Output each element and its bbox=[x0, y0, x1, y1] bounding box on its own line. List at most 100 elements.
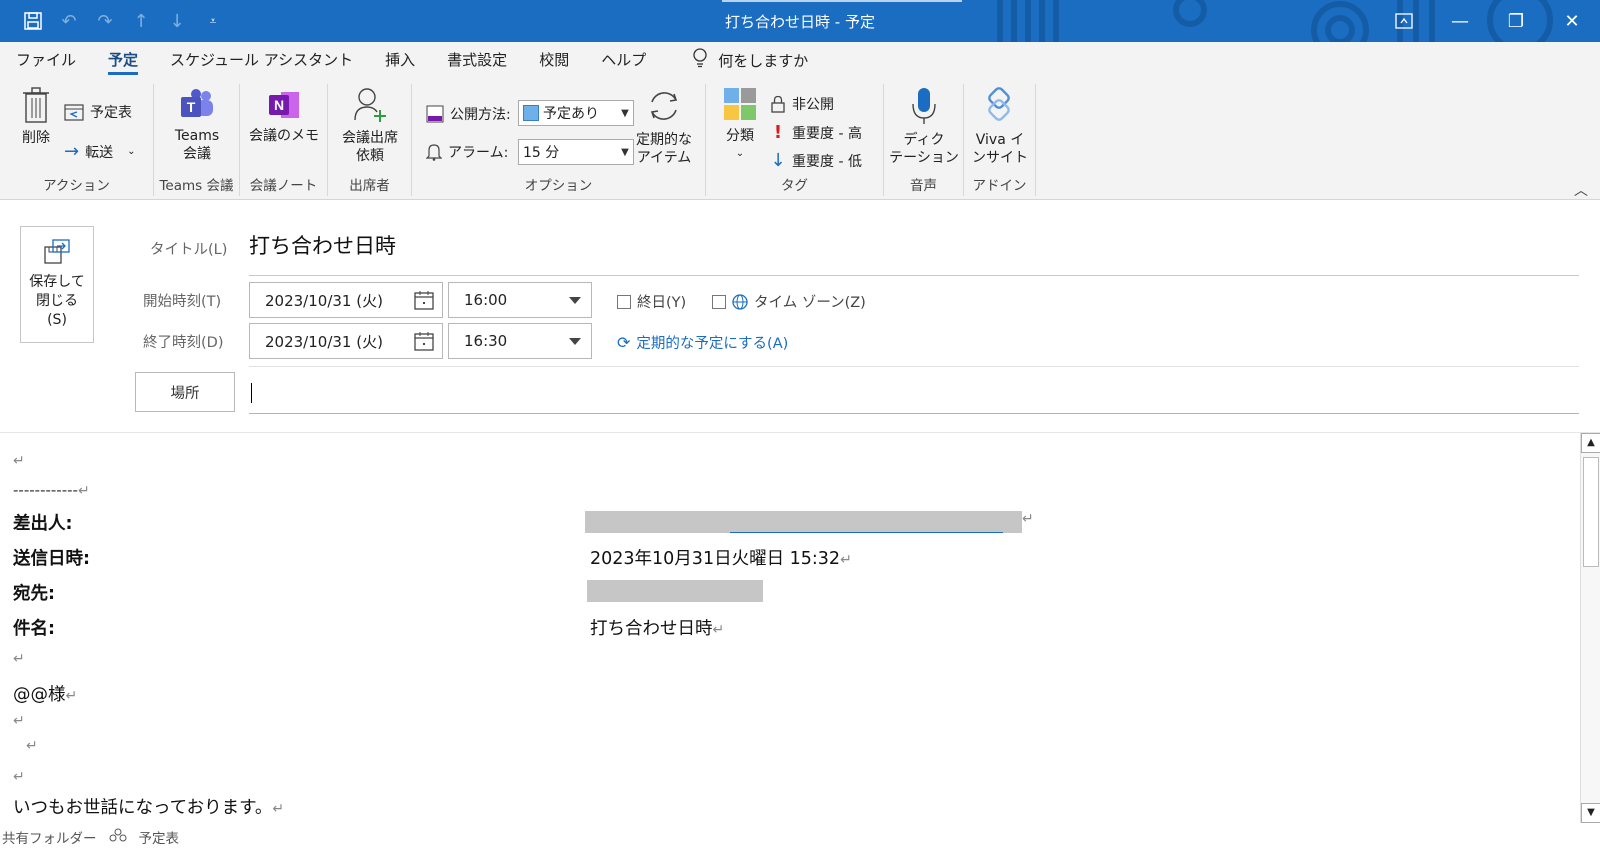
show-as-select[interactable]: 予定あり ▼ bbox=[518, 100, 634, 126]
high-importance-button[interactable]: ! 重要度 - 高 bbox=[770, 122, 862, 143]
low-importance-button[interactable]: ↓ 重要度 - 低 bbox=[770, 150, 862, 171]
checkbox-icon bbox=[617, 294, 631, 309]
ribbon-display-icon[interactable] bbox=[1376, 0, 1432, 42]
categorize-label: 分類 bbox=[726, 128, 754, 144]
teams-meeting-button[interactable]: T Teams 会議 bbox=[162, 88, 232, 163]
calendar-icon[interactable] bbox=[414, 331, 434, 351]
redacted-block bbox=[585, 511, 1022, 533]
start-time-value: 16:00 bbox=[464, 291, 508, 309]
message-body[interactable]: ↵ ------------↵ 差出人: ↵ 送信日時: 2023年10月31日… bbox=[0, 432, 1600, 848]
invite-attendees-button[interactable]: 会議出席 依頼 bbox=[334, 86, 406, 165]
tab-file[interactable]: ファイル bbox=[0, 42, 92, 78]
private-button[interactable]: 非公開 bbox=[770, 94, 834, 114]
paragraph-mark: ↵ bbox=[1022, 511, 1034, 527]
calendar-button[interactable]: 予定表 bbox=[64, 102, 132, 122]
forward-button[interactable]: → 転送 ⌄ bbox=[64, 141, 135, 162]
time-zone-checkbox[interactable]: タイム ゾーン(Z) bbox=[712, 291, 866, 312]
redacted-block bbox=[587, 580, 763, 602]
to-label: 宛先: bbox=[13, 584, 55, 604]
shared-calendar-icon bbox=[109, 827, 127, 847]
recurrence-button[interactable]: 定期的な アイテム bbox=[632, 86, 696, 167]
end-date-input[interactable]: 2023/10/31 (火) bbox=[249, 323, 443, 359]
tab-format[interactable]: 書式設定 bbox=[431, 42, 523, 78]
subject-value-line: 打ち合わせ日時↵ bbox=[590, 615, 724, 640]
greeting: いつもお世話になっております。 bbox=[13, 798, 273, 818]
close-icon[interactable]: ✕ bbox=[1544, 0, 1600, 42]
group-options: 公開方法: 予定あり ▼ アラーム: 15 分 ▼ 定期的な アイテム オプショ… bbox=[412, 84, 706, 196]
categorize-button[interactable]: 分類 ⌄ bbox=[716, 86, 764, 163]
location-button[interactable]: 場所 bbox=[135, 372, 235, 412]
paragraph-mark: ↵ bbox=[13, 651, 25, 667]
show-as-label: 公開方法: bbox=[450, 107, 511, 123]
reminder-select[interactable]: 15 分 ▼ bbox=[518, 139, 634, 165]
save-close-icon bbox=[44, 239, 70, 264]
viva-insights-button[interactable]: Viva イ ンサイト bbox=[966, 86, 1034, 167]
time-zone-label: タイム ゾーン(Z) bbox=[754, 295, 866, 311]
save-close-label-3: (S) bbox=[47, 312, 67, 328]
make-recurring-label: 定期的な予定にする(A) bbox=[636, 336, 789, 352]
tab-insert[interactable]: 挿入 bbox=[369, 42, 431, 78]
show-as-value: 予定あり bbox=[543, 106, 599, 122]
show-as-icon bbox=[426, 105, 444, 123]
restore-icon[interactable]: ❐ bbox=[1488, 0, 1544, 42]
salutation: @@様 bbox=[13, 685, 66, 705]
window-controls: — ❐ ✕ bbox=[1376, 0, 1600, 42]
paragraph-mark: ↵ bbox=[26, 738, 38, 754]
all-day-checkbox[interactable]: 終日(Y) bbox=[617, 291, 686, 312]
start-date-input[interactable]: 2023/10/31 (火) bbox=[249, 282, 443, 318]
group-tags: 分類 ⌄ 非公開 ! 重要度 - 高 ↓ 重要度 - 低 タグ bbox=[706, 84, 884, 196]
dictate-button[interactable]: ディク テーション bbox=[888, 86, 960, 167]
ribbon: 削除 予定表 → 転送 ⌄ アクション T Teams 会議 Teams 会議 … bbox=[0, 78, 1600, 200]
scroll-down-icon[interactable]: ▼ bbox=[1581, 803, 1600, 823]
calendar-label: 予定表 bbox=[90, 105, 132, 121]
scroll-thumb[interactable] bbox=[1583, 457, 1599, 567]
paragraph-mark: ↵ bbox=[272, 801, 285, 817]
make-recurring-link[interactable]: ⟳ 定期的な予定にする(A) bbox=[617, 332, 788, 353]
tell-me-search[interactable]: 何をしますか bbox=[692, 48, 808, 72]
onenote-icon: N bbox=[269, 92, 299, 118]
reminder-label: アラーム: bbox=[448, 145, 509, 161]
save-close-button[interactable]: 保存して 閉じる (S) bbox=[20, 226, 94, 343]
divider-text: ------------↵ bbox=[13, 481, 90, 499]
tab-appointment[interactable]: 予定 bbox=[92, 42, 154, 78]
paragraph-mark: ↵ bbox=[65, 688, 78, 704]
sent-value: 2023年10月31日火曜日 15:32 bbox=[590, 549, 841, 569]
end-time-label: 終了時刻(D) bbox=[143, 335, 224, 351]
scroll-up-icon[interactable]: ▲ bbox=[1581, 433, 1600, 453]
group-label-tags: タグ bbox=[781, 178, 808, 194]
paragraph-mark: ↵ bbox=[840, 552, 852, 568]
delete-button[interactable]: 削除 bbox=[14, 86, 58, 147]
show-as-label-group: 公開方法: bbox=[426, 104, 511, 124]
save-close-label-1: 保存して bbox=[29, 274, 85, 290]
tab-scheduling-assistant[interactable]: スケジュール アシスタント bbox=[154, 42, 369, 78]
end-time-select[interactable]: 16:30 bbox=[448, 323, 592, 359]
categorize-icon bbox=[724, 88, 756, 120]
invite-label-1: 会議出席 bbox=[342, 130, 398, 146]
meeting-notes-button[interactable]: N 会議のメモ bbox=[244, 88, 324, 145]
collapse-ribbon-icon[interactable]: ︿ bbox=[1574, 180, 1588, 200]
paragraph-mark: ↵ bbox=[77, 483, 90, 499]
trash-icon bbox=[23, 87, 49, 123]
high-importance-label: 重要度 - 高 bbox=[792, 125, 862, 142]
group-attendees: 会議出席 依頼 出席者 bbox=[328, 84, 412, 196]
all-day-label: 終日(Y) bbox=[637, 295, 687, 311]
busy-color-icon bbox=[523, 105, 539, 121]
paragraph-mark: ↵ bbox=[13, 713, 25, 729]
minimize-icon[interactable]: — bbox=[1432, 0, 1488, 42]
group-notes: N 会議のメモ 会議ノート bbox=[240, 84, 328, 196]
group-label-voice: 音声 bbox=[910, 178, 937, 194]
checkbox-icon bbox=[712, 294, 726, 309]
location-input[interactable] bbox=[249, 372, 1579, 414]
start-time-select[interactable]: 16:00 bbox=[448, 282, 592, 318]
forward-label: 転送 bbox=[85, 144, 114, 161]
group-label-addin: アドイン bbox=[972, 178, 1027, 194]
lock-icon bbox=[771, 95, 785, 113]
tab-help[interactable]: ヘルプ bbox=[585, 42, 662, 78]
end-time-value: 16:30 bbox=[464, 332, 508, 350]
vertical-scrollbar[interactable]: ▲ ▼ bbox=[1580, 433, 1600, 823]
paragraph-mark: ↵ bbox=[13, 769, 25, 785]
tab-review[interactable]: 校閲 bbox=[523, 42, 585, 78]
private-label: 非公開 bbox=[792, 97, 834, 113]
calendar-icon[interactable] bbox=[414, 290, 434, 310]
title-input[interactable]: 打ち合わせ日時 bbox=[249, 226, 1579, 276]
